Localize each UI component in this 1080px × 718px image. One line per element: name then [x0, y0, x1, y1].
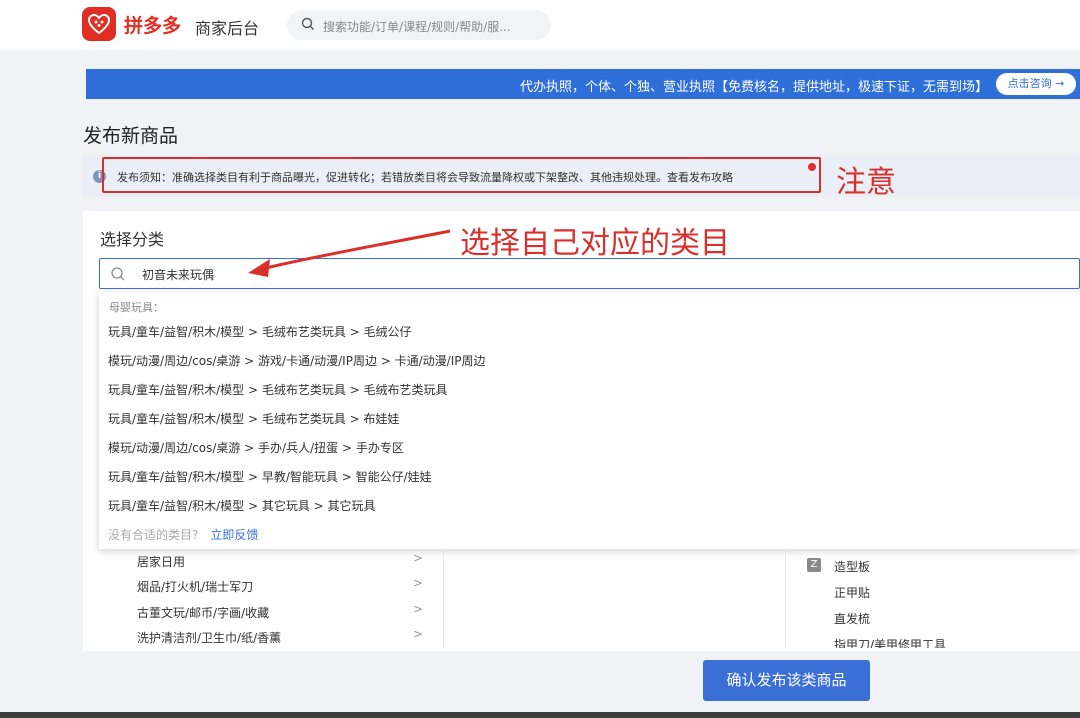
column-divider [443, 549, 444, 649]
logo-text: 拼多多 [124, 15, 182, 37]
category-item-home[interactable]: 居家日用 [137, 553, 185, 570]
banner-consult-button[interactable]: 点击咨询 → [996, 73, 1076, 95]
suggestion-item[interactable]: 玩具/童车/益智/积木/模型 > 毛绒布艺类玩具 > 毛绒公仔 [108, 323, 412, 340]
search-icon [301, 17, 314, 30]
logo-subtitle: 商家后台 [195, 19, 260, 38]
global-search-input[interactable]: 搜索功能/订单/课程/规则/帮助/服... [287, 10, 551, 40]
category-item-antiques[interactable]: 古董文玩/邮币/字画/收藏 [137, 604, 269, 621]
annotation-highlight-box [102, 157, 821, 193]
suggestion-item[interactable]: 模玩/动漫/周边/cos/桌游 > 游戏/卡通/动漫/IP周边 > 卡通/动漫/… [108, 352, 486, 369]
feedback-link[interactable]: 立即反馈 [210, 528, 258, 542]
search-placeholder: 搜索功能/订单/课程/规则/帮助/服... [323, 20, 511, 34]
annotation-note-select-category: 选择自己对应的类目 [460, 226, 730, 261]
subcategory-item[interactable]: 正甲贴 [834, 584, 870, 601]
suggestion-item[interactable]: 玩具/童车/益智/积木/模型 > 早教/智能玩具 > 智能公仔/娃娃 [108, 468, 432, 485]
chevron-right-icon: > [413, 602, 424, 616]
banner-text: 代办执照，个体、个独、营业执照【免费核名，提供地址，极速下证，无需到场】 [519, 80, 988, 95]
suggestion-item[interactable]: 玩具/童车/益智/积木/模型 > 毛绒布艺类玩具 > 布娃娃 [108, 410, 400, 427]
subcategory-item[interactable]: 直发梳 [834, 610, 870, 627]
annotation-dot [808, 163, 816, 171]
promo-banner[interactable]: 代办执照，个体、个独、营业执照【免费核名，提供地址，极速下证，无需到场】 点击咨… [86, 69, 1080, 99]
no-match-text: 没有合适的类目? [108, 528, 199, 542]
category-title: 选择分类 [100, 230, 165, 249]
confirm-publish-button[interactable]: 确认发布该类商品 [703, 660, 870, 701]
suggestion-item[interactable]: 模玩/动漫/周边/cos/桌游 > 手办/兵人/扭蛋 > 手办专区 [108, 439, 404, 456]
suggestion-item[interactable]: 玩具/童车/益智/积木/模型 > 毛绒布艺类玩具 > 毛绒布艺类玩具 [108, 381, 448, 398]
page-title: 发布新商品 [83, 125, 179, 147]
annotation-note-attention: 注意 [836, 165, 896, 200]
chevron-right-icon: > [413, 576, 424, 590]
suggestion-item[interactable]: 玩具/童车/益智/积木/模型 > 其它玩具 > 其它玩具 [108, 497, 376, 514]
dropdown-footer: 没有合适的类目? 立即反馈 [108, 526, 258, 543]
subcategory-item[interactable]: 指甲刀/美甲修甲工具 [834, 636, 946, 648]
category-item-cleaning[interactable]: 洗护清洁剂/卫生巾/纸/香薰 [137, 629, 281, 646]
bottom-bar [0, 712, 1080, 718]
pinduoduo-logo-icon[interactable] [82, 7, 116, 41]
chevron-right-icon: > [413, 627, 424, 641]
top-header: 拼多多 商家后台 搜索功能/订单/课程/规则/帮助/服... [0, 0, 1080, 50]
search-icon [111, 267, 125, 281]
letter-index-badge: Z [807, 558, 821, 572]
category-search-value: 初音未来玩偶 [142, 268, 215, 282]
column-divider [785, 549, 786, 649]
category-item-tobacco[interactable]: 烟品/打火机/瑞士军刀 [137, 578, 253, 595]
category-suggestion-dropdown: 母婴玩具： 玩具/童车/益智/积木/模型 > 毛绒布艺类玩具 > 毛绒公仔 模玩… [99, 292, 1080, 549]
subcategory-item[interactable]: 造型板 [834, 558, 870, 575]
dropdown-group-label: 母婴玩具： [109, 301, 164, 314]
chevron-right-icon: > [413, 551, 424, 565]
annotation-arrow-icon [248, 229, 451, 277]
